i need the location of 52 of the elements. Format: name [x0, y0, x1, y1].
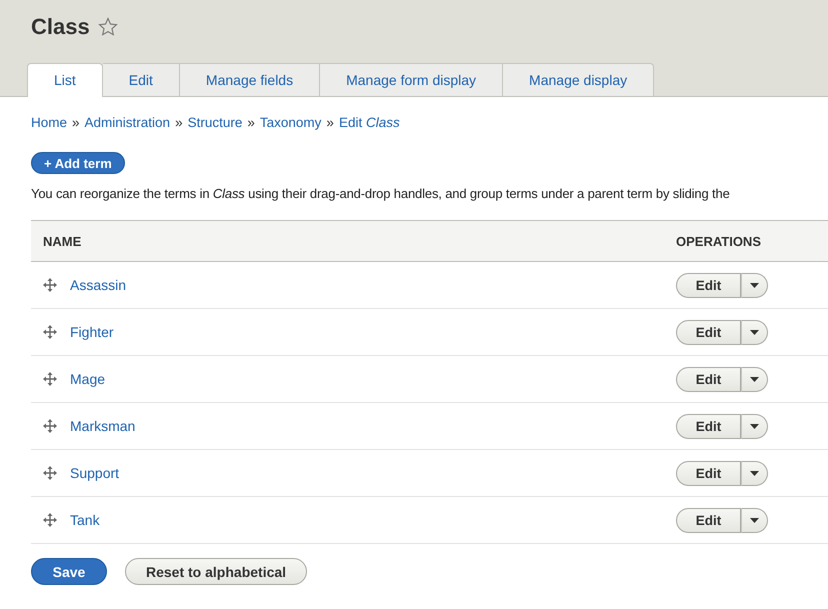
- drag-handle-icon[interactable]: [43, 513, 57, 527]
- breadcrumb-link[interactable]: Edit Class: [338, 115, 400, 130]
- breadcrumb-link[interactable]: Taxonomy: [260, 115, 322, 130]
- tab[interactable]: Manage fields: [180, 63, 320, 96]
- drag-handle-icon[interactable]: [43, 466, 57, 480]
- term-link[interactable]: Fighter: [70, 324, 114, 340]
- caret-icon: [750, 376, 759, 382]
- breadcrumb-separator: »: [247, 115, 255, 130]
- term-link[interactable]: Tank: [70, 512, 100, 528]
- edit-button[interactable]: Edit: [676, 272, 741, 298]
- breadcrumb-separator: »: [326, 115, 334, 130]
- dropdown-toggle[interactable]: [741, 414, 768, 438]
- dropdown-toggle[interactable]: [741, 272, 768, 298]
- breadcrumb-separator: »: [175, 115, 183, 130]
- edit-button[interactable]: Edit: [676, 320, 741, 344]
- page-title: Class: [31, 13, 90, 41]
- breadcrumb-link[interactable]: Structure: [188, 115, 242, 130]
- drag-handle-icon[interactable]: [43, 419, 57, 433]
- reset-button[interactable]: Reset to alphabetical: [125, 558, 308, 585]
- drag-handle-icon[interactable]: [43, 372, 57, 386]
- caret-icon: [750, 470, 759, 476]
- tab[interactable]: Manage form display: [320, 63, 504, 96]
- dropdown-toggle[interactable]: [741, 366, 768, 392]
- breadcrumb-link[interactable]: Administration: [84, 115, 170, 130]
- dropdown-toggle[interactable]: [741, 508, 768, 532]
- caret-icon: [750, 282, 759, 288]
- edit-button[interactable]: Edit: [676, 366, 741, 392]
- description-text: You can reorganize the terms in Class using their drag-and-drop handles, and group terms under a parent term by sliding the: [31, 186, 731, 201]
- caret-icon: [750, 424, 759, 428]
- caret-icon: [750, 518, 759, 522]
- term-link[interactable]: Support: [70, 465, 120, 481]
- column-header: NAME: [42, 234, 82, 248]
- drag-handle-icon[interactable]: [43, 278, 57, 292]
- drag-handle-icon[interactable]: [43, 325, 57, 339]
- dropdown-toggle[interactable]: [741, 460, 768, 486]
- column-header: OPERATIONS: [676, 234, 762, 248]
- edit-button[interactable]: Edit: [676, 460, 741, 486]
- star-icon[interactable]: [98, 17, 118, 37]
- tab[interactable]: Manage display: [503, 63, 654, 96]
- breadcrumb-link[interactable]: Home: [31, 115, 68, 130]
- edit-button[interactable]: Edit: [676, 508, 741, 532]
- term-link[interactable]: Assassin: [70, 277, 126, 293]
- breadcrumb-separator: »: [72, 115, 80, 130]
- caret-icon: [750, 330, 759, 334]
- dropdown-toggle[interactable]: [741, 320, 768, 344]
- add-term-button[interactable]: + Add term: [31, 152, 125, 174]
- save-button[interactable]: Save: [31, 558, 107, 585]
- term-link[interactable]: Marksman: [70, 418, 136, 434]
- tab[interactable]: Edit: [102, 63, 180, 96]
- edit-button[interactable]: Edit: [676, 414, 741, 438]
- term-link[interactable]: Mage: [70, 371, 106, 387]
- tab[interactable]: List: [27, 63, 103, 97]
